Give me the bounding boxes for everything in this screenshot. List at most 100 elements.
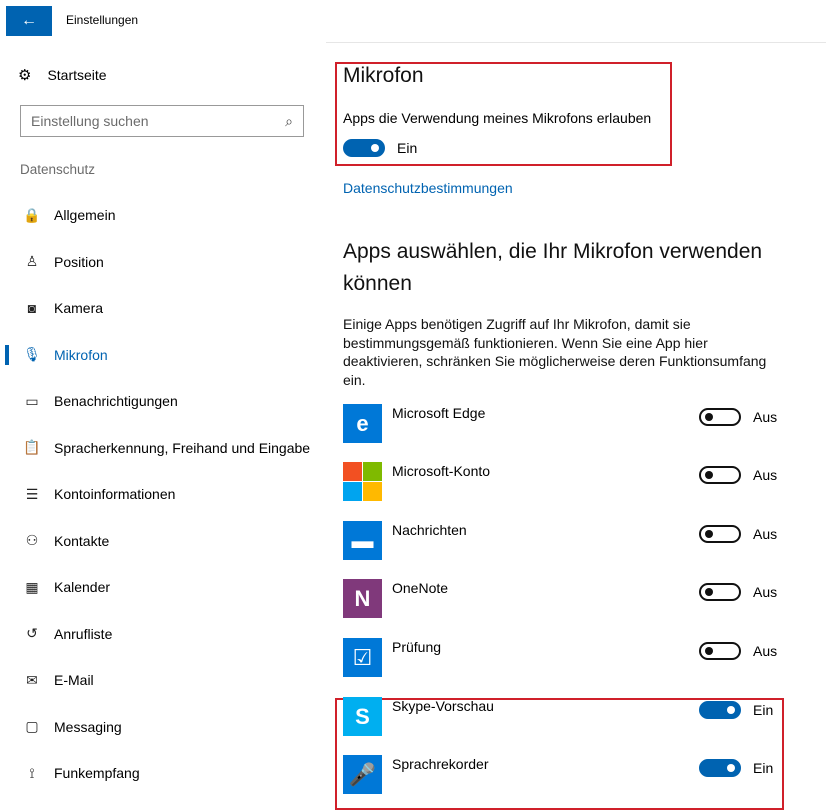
sidebar-item-label: Spracherkennung, Freihand und Eingabe [54,439,311,456]
toggle-switch[interactable] [343,139,385,157]
page-title: Mikrofon [343,64,424,87]
sidebar-item-messaging[interactable]: ▢ Messaging [0,704,326,751]
search-input[interactable]: Einstellung suchen ⌕ [20,105,304,137]
app-permission-toggle[interactable]: Ein [699,759,773,777]
edge-icon: e [343,404,382,443]
toggle-state-label: Aus [753,526,778,542]
app-permission-toggle[interactable]: Ein [699,701,773,719]
camera-icon: ◙ [27,300,37,317]
privacy-nav-list: 🔒 Allgemein ♙ Position ◙ Kamera 🎙 Mikrofon ▭ Bena… [0,192,326,797]
toggle-switch[interactable] [699,759,741,777]
sidebar-item-label: Mikrofon [54,346,108,363]
home-label: Startseite [47,67,107,83]
person-location-icon: ♙ [25,253,39,270]
toggle-switch[interactable] [699,701,741,719]
toggle-state-label: Aus [753,643,778,659]
sidebar-item-label: Kontoinformationen [54,486,176,503]
clipboard-icon: 📋 [23,439,41,456]
master-mic-toggle[interactable]: Ein [343,139,417,157]
sidebar-item-label: Allgemein [54,207,116,224]
sidebar-item-position[interactable]: ♙ Position [0,239,326,286]
sidebar-item-label: Anrufliste [54,625,113,642]
radio-icon: ⟟ [29,764,35,781]
app-name: Skype-Vorschau [392,698,494,714]
onenote-icon: N [343,579,382,618]
sidebar-item-kamera[interactable]: ◙ Kamera [0,285,326,332]
apps-heading: Apps auswählen, die Ihr Mikrofon verwend… [343,240,763,295]
sidebar-item-label: Kamera [54,300,104,317]
sidebar-item-label: E-Mail [54,672,94,689]
history-icon: ↺ [26,625,38,642]
toggle-switch[interactable] [699,525,741,543]
sidebar-item-label: Benachrichtigungen [54,393,178,410]
app-permission-toggle[interactable]: Aus [699,525,777,543]
notification-icon: ▭ [25,392,39,409]
app-row: Microsoft-Konto Aus [343,462,783,502]
sidebar-item-e-mail[interactable]: ✉ E-Mail [0,657,326,704]
messaging-icon: ▢ [25,718,39,735]
search-icon[interactable]: ⌕ [285,113,293,130]
sidebar-item-benachrichtigungen[interactable]: ▭ Benachrichtigungen [0,378,326,425]
sidebar-item-label: Messaging [54,718,122,735]
sidebar-item-allgemein[interactable]: 🔒 Allgemein [0,192,326,239]
sidebar-item-kontakte[interactable]: ⚇ Kontakte [0,518,326,565]
app-row: ▬ Nachrichten Aus [343,521,783,561]
gear-icon: ⚙ [18,67,32,84]
toggle-state-label: Ein [753,702,774,718]
allow-mic-label: Apps die Verwendung meines Mikrofons erl… [343,110,652,126]
app-row: S Skype-Vorschau Ein [343,697,783,737]
master-toggle-state: Ein [397,140,418,156]
app-row: e Microsoft Edge Aus [343,404,783,444]
app-name: Prüfung [392,639,442,655]
back-button[interactable]: ← [6,6,52,36]
app-permission-toggle[interactable]: Aus [699,583,777,601]
test-icon: ☑ [343,638,382,677]
skype-icon: S [343,697,382,736]
account-info-icon: ☰ [25,485,39,502]
microsoft-logo-icon [343,462,382,501]
sidebar: ⚙ Startseite Einstellung suchen ⌕ Datens… [0,42,326,812]
section-heading: Datenschutz [20,162,96,177]
lock-icon: 🔒 [23,206,41,223]
chat-bubble-icon: ▬ [343,521,382,560]
toggle-switch[interactable] [699,466,741,484]
app-name: OneNote [392,580,449,596]
app-permission-toggle[interactable]: Aus [699,642,777,660]
privacy-statement-link[interactable]: Datenschutzbestimmungen [343,180,513,196]
app-permission-toggle[interactable]: Aus [699,408,777,426]
toggle-state-label: Ein [753,760,774,776]
toggle-state-label: Aus [753,584,778,600]
app-row: N OneNote Aus [343,579,783,619]
contacts-icon: ⚇ [25,532,39,549]
app-name: Sprachrekorder [392,756,489,772]
toggle-switch[interactable] [699,642,741,660]
app-name: Microsoft-Konto [392,463,491,479]
title-bar: ← Einstellungen [0,0,826,43]
sidebar-item-label: Position [54,253,104,270]
sidebar-item-funkempfang[interactable]: ⟟ Funkempfang [0,750,326,797]
toggle-switch[interactable] [699,583,741,601]
sidebar-item-anrufliste[interactable]: ↺ Anrufliste [0,611,326,658]
calendar-icon: ▦ [25,578,39,595]
toggle-state-label: Aus [753,409,778,425]
toggle-switch[interactable] [699,408,741,426]
apps-description: Einige Apps benötigen Zugriff auf Ihr Mi… [343,316,767,388]
sidebar-item-mikrofon[interactable]: 🎙 Mikrofon [0,332,326,379]
sidebar-item-spracherkennung-freihand-und-eingabe[interactable]: 📋 Spracherkennung, Freihand und Eingabe [0,425,326,472]
sidebar-item-label: Kontakte [54,532,110,549]
sidebar-item-kontoinformationen[interactable]: ☰ Kontoinformationen [0,471,326,518]
window-title: Einstellungen [66,13,139,27]
app-name: Nachrichten [392,522,467,538]
app-permission-toggle[interactable]: Aus [699,466,777,484]
search-placeholder: Einstellung suchen [31,113,149,129]
app-row: ☑ Prüfung Aus [343,638,783,678]
home-nav-item[interactable]: ⚙ Startseite [18,66,107,84]
app-row: 🎤 Sprachrekorder Ein [343,755,783,795]
microphone-icon: 🎙 [23,346,41,363]
toggle-state-label: Aus [753,467,778,483]
sidebar-item-kalender[interactable]: ▦ Kalender [0,564,326,611]
voice-recorder-icon: 🎤 [343,755,382,794]
sidebar-item-label: Kalender [54,579,111,596]
app-name: Microsoft Edge [392,405,486,421]
back-arrow-icon: ← [21,12,37,29]
